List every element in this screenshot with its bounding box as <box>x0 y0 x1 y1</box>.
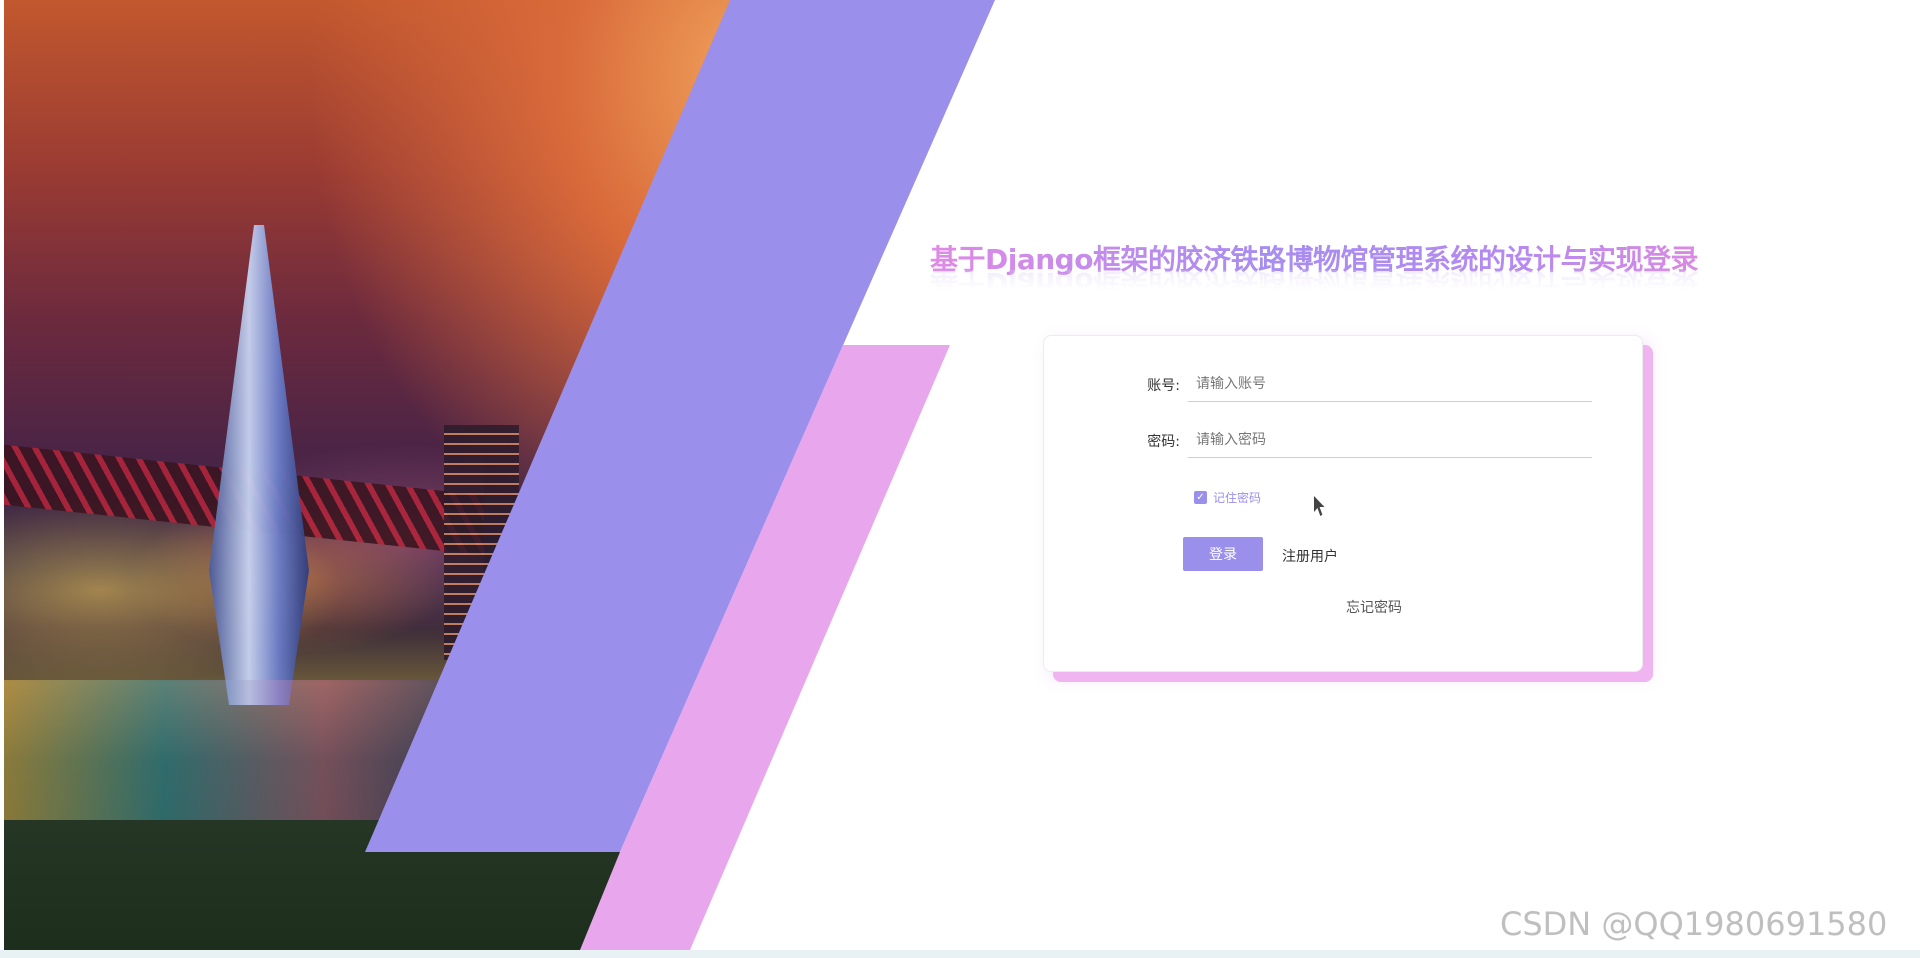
page-title-reflection: 基于Django框架的胶济铁路博物馆管理系统的设计与实现登录 <box>930 270 1698 299</box>
account-label: 账号: <box>1147 377 1180 394</box>
login-card: 账号: 密码: ✓ 记住密码 登录 注册用户 忘记密码 <box>1043 335 1643 672</box>
login-button[interactable]: 登录 <box>1183 537 1263 571</box>
bottom-strip <box>0 950 1920 958</box>
account-input[interactable] <box>1188 367 1592 402</box>
remember-password-checkbox[interactable]: ✓ 记住密码 <box>1194 489 1261 506</box>
login-page: 基于Django框架的胶济铁路博物馆管理系统的设计与实现登录 基于Django框… <box>0 0 1920 958</box>
account-row: 账号: <box>1134 367 1592 402</box>
watermark: CSDN @QQ1980691580 <box>1500 905 1888 943</box>
forgot-password-link[interactable]: 忘记密码 <box>1346 597 1402 617</box>
password-label: 密码: <box>1147 433 1180 450</box>
check-icon: ✓ <box>1194 491 1207 504</box>
password-row: 密码: <box>1134 423 1592 458</box>
password-input[interactable] <box>1188 423 1592 458</box>
bridge-tower <box>209 225 309 705</box>
remember-password-label: 记住密码 <box>1213 491 1262 505</box>
mouse-cursor-icon <box>1314 496 1325 516</box>
register-link[interactable]: 注册用户 <box>1282 546 1338 566</box>
